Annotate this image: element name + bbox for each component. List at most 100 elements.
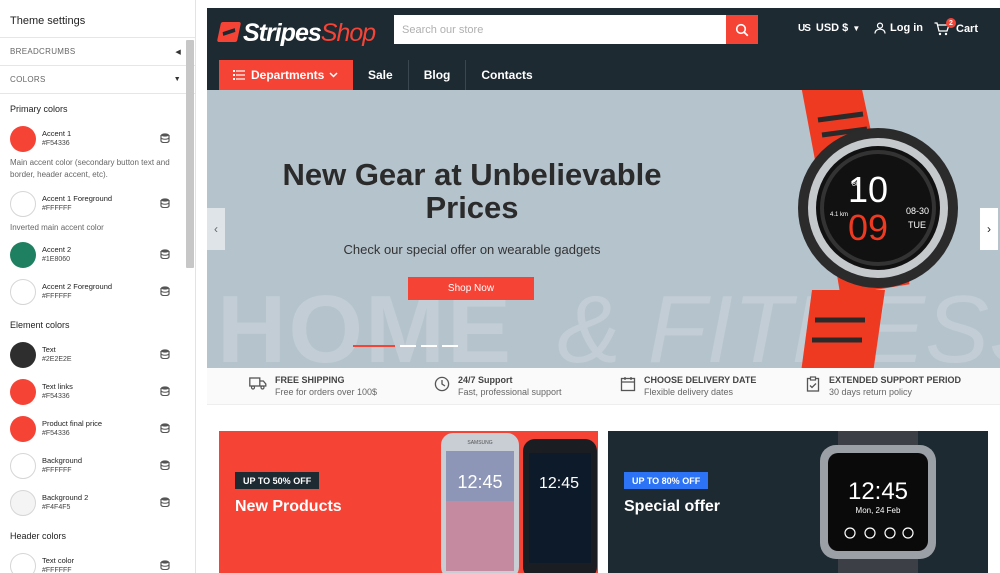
- database-icon[interactable]: [160, 497, 170, 507]
- calendar-icon: [620, 377, 636, 392]
- slider-dot[interactable]: [400, 345, 416, 347]
- color-setting-product-final-price[interactable]: Product final price #F54336: [0, 410, 195, 447]
- color-hex: #FFFFFF: [42, 204, 72, 212]
- promo-tag: UP TO 80% OFF: [624, 472, 709, 489]
- nav-link-blog[interactable]: Blog: [409, 60, 467, 90]
- panel-title: Theme settings: [0, 0, 195, 38]
- color-swatch[interactable]: [10, 489, 36, 516]
- color-swatch[interactable]: [10, 378, 36, 405]
- user-icon: [874, 22, 886, 34]
- color-name: Background: [42, 455, 83, 465]
- color-swatch[interactable]: [10, 241, 36, 268]
- nav-link-sale[interactable]: Sale: [353, 60, 409, 90]
- watch-heart-rate: 80: [852, 181, 860, 188]
- smartwatch-gear-image: 12:45 Mon, 24 Feb: [820, 431, 936, 573]
- slider-next-button[interactable]: ›: [980, 208, 998, 250]
- color-setting-accent-1[interactable]: Accent 1 #F54336: [0, 120, 195, 157]
- search-button[interactable]: [726, 15, 758, 44]
- panel-scrollbar[interactable]: [186, 40, 194, 268]
- color-swatch[interactable]: [10, 125, 36, 152]
- store-logo[interactable]: StripesShop: [216, 16, 376, 50]
- color-setting-text-links[interactable]: Text links #F54336: [0, 373, 195, 410]
- store-preview: StripesShop US USD $ ▼ Log in 2 Cart: [207, 8, 1000, 573]
- hero-title: New Gear at Unbelievable Prices: [282, 157, 662, 225]
- slider-dot-active[interactable]: [353, 345, 395, 347]
- shop-now-button[interactable]: Shop Now: [408, 277, 534, 300]
- logo-text-part2: Shop: [320, 19, 376, 47]
- color-hex: #1E8060: [42, 255, 71, 263]
- cart-link[interactable]: 2 Cart: [934, 18, 979, 36]
- color-hex: #2E2E2E: [42, 355, 72, 363]
- database-icon[interactable]: [160, 460, 170, 470]
- departments-button[interactable]: Departments: [219, 60, 353, 90]
- watch-date: 08-30: [906, 206, 929, 216]
- slider-dot[interactable]: [421, 345, 437, 347]
- watch-minute: 09: [848, 207, 888, 248]
- features-bar: FREE SHIPPING Free for orders over 100$ 2…: [207, 368, 1000, 405]
- color-setting-background-2[interactable]: Background 2 #F4F4F5: [0, 484, 195, 521]
- database-icon[interactable]: [160, 133, 170, 143]
- color-name: Text color: [42, 555, 75, 565]
- departments-label: Departments: [251, 68, 325, 82]
- color-setting-accent-2-foreground[interactable]: Accent 2 Foreground #FFFFFF: [0, 273, 195, 310]
- database-icon[interactable]: [160, 349, 170, 359]
- flag-icon: US: [798, 22, 811, 34]
- promo-banner-new-products[interactable]: 12:45 SAMSUNG 12:45 UP TO 50% OFF New Pr…: [219, 431, 598, 573]
- cart-label: Cart: [956, 23, 979, 35]
- watch-weekday: TUE: [908, 220, 926, 230]
- search-icon: [735, 23, 749, 36]
- color-name: Text links: [42, 381, 73, 391]
- color-swatch[interactable]: [10, 452, 36, 479]
- login-link[interactable]: Log in: [874, 22, 923, 34]
- gear-watch-date: Mon, 24 Feb: [856, 506, 901, 515]
- slider-prev-button[interactable]: ‹: [207, 208, 225, 250]
- color-setting-accent-1-foreground[interactable]: Accent 1 Foreground #FFFFFF: [0, 185, 195, 222]
- color-swatch[interactable]: [10, 341, 36, 368]
- database-icon[interactable]: [160, 386, 170, 396]
- slider-dot[interactable]: [442, 345, 458, 347]
- watch-hour: 10: [848, 169, 888, 210]
- color-swatch[interactable]: [10, 552, 36, 573]
- section-breadcrumbs[interactable]: BREADCRUMBS ◀: [0, 38, 195, 66]
- color-setting-text[interactable]: Text #2E2E2E: [0, 336, 195, 373]
- feature-title: CHOOSE DELIVERY DATE: [644, 375, 757, 385]
- search-input[interactable]: [394, 15, 726, 44]
- currency-selector[interactable]: US USD $ ▼: [798, 22, 860, 34]
- color-swatch[interactable]: [10, 415, 36, 442]
- database-icon[interactable]: [160, 198, 170, 208]
- chevron-down-icon: ▼: [852, 23, 861, 33]
- main-nav: Departments Sale Blog Contacts: [219, 60, 548, 90]
- color-description: Inverted main accent color: [10, 223, 104, 232]
- phone-time: 12:45: [457, 472, 502, 492]
- store-header: StripesShop US USD $ ▼ Log in 2 Cart: [207, 8, 1000, 90]
- color-swatch[interactable]: [10, 278, 36, 305]
- hero-slider: HOME & FITNESS 10 09 08-30 TUE 4.1 km 80…: [207, 90, 1000, 368]
- theme-settings-panel: Theme settings BREADCRUMBS ◀ COLORS ▼ Pr…: [0, 0, 196, 573]
- database-icon[interactable]: [160, 286, 170, 296]
- cart-count-badge: 2: [946, 18, 956, 28]
- color-name: Accent 1: [42, 128, 72, 138]
- color-swatch[interactable]: [10, 190, 36, 217]
- color-setting-background[interactable]: Background #FFFFFF: [0, 447, 195, 484]
- color-setting-header-text[interactable]: Text color #FFFFFF: [0, 547, 195, 573]
- database-icon[interactable]: [160, 560, 170, 570]
- promo-banner-special-offer[interactable]: 12:45 Mon, 24 Feb UP TO 80% OFF Special …: [608, 431, 988, 573]
- section-label: BREADCRUMBS: [10, 47, 76, 56]
- color-description: Main accent color (secondary button text…: [10, 158, 170, 179]
- list-icon: [233, 70, 245, 80]
- truck-icon: [249, 377, 267, 390]
- slider-dots: [353, 345, 458, 347]
- database-icon[interactable]: [160, 249, 170, 259]
- caret-down-icon: ▼: [173, 76, 181, 83]
- color-setting-accent-2[interactable]: Accent 2 #1E8060: [0, 236, 195, 273]
- feature-desc: Flexible delivery dates: [644, 387, 734, 397]
- section-colors[interactable]: COLORS ▼: [0, 66, 195, 94]
- clock-icon: [434, 376, 450, 392]
- group-heading-header: Header colors: [10, 531, 67, 541]
- database-icon[interactable]: [160, 423, 170, 433]
- feature-desc: Free for orders over 100$: [275, 387, 378, 397]
- section-label: COLORS: [10, 75, 46, 84]
- phone-time-2: 12:45: [539, 475, 579, 492]
- color-hex: #F54336: [42, 429, 70, 437]
- nav-link-contacts[interactable]: Contacts: [466, 60, 547, 90]
